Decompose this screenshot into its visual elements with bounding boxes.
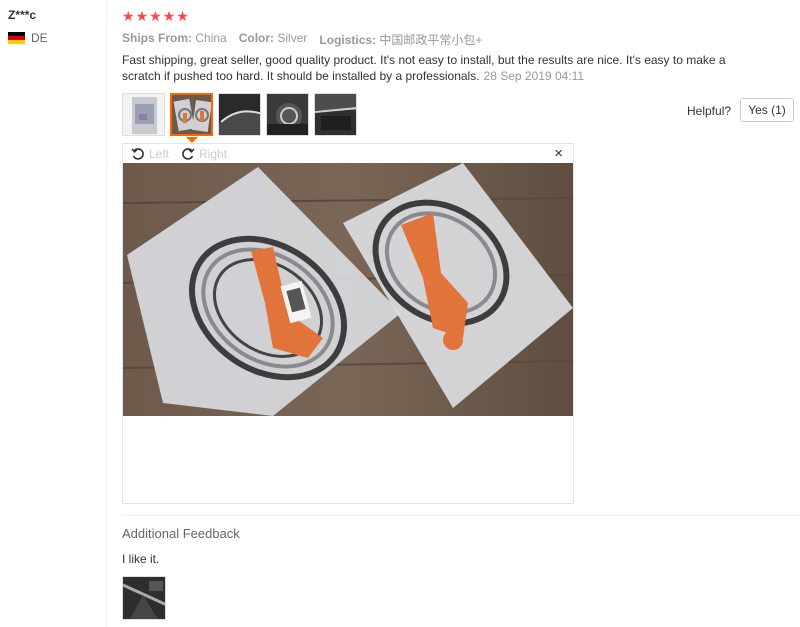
review-date: 28 Sep 2019 04:11 [483,69,585,83]
photo-thumbnail[interactable] [218,93,261,136]
star-icon: ★ [122,8,135,24]
star-icon: ★ [135,8,149,24]
review-text: Fast shipping, great seller, good qualit… [122,53,726,83]
attr-logistics: Logistics: 中国邮政平常小包+ [319,33,483,47]
review-photo-thumbnails [122,93,357,136]
review-photo-large [123,163,573,416]
photo-thumbnail[interactable] [122,93,165,136]
photo-viewer: Left Right × [122,143,574,504]
rotate-right-icon [182,148,195,160]
rotate-left-button[interactable]: Left [131,147,169,161]
reviewer-country: DE [8,31,48,45]
viewer-toolbar: Left Right [131,147,227,161]
rotate-left-icon [131,148,144,160]
photo-thumbnail-active[interactable] [170,93,213,136]
helpful-label: Helpful? [687,104,732,118]
star-icon: ★ [176,8,189,24]
additional-feedback-title: Additional Feedback [122,526,240,541]
rotate-right-button[interactable]: Right [181,147,227,161]
attr-ships-from: Ships From: China [122,31,227,45]
helpful-yes-button[interactable]: Yes (1) [740,98,794,122]
attr-color: Color: Silver [238,31,308,45]
additional-feedback-thumbnail[interactable] [122,576,166,620]
review-body: Fast shipping, great seller, good qualit… [122,52,762,84]
reviewer-column-divider [106,0,107,627]
germany-flag-icon [8,32,25,44]
star-rating: ★ ★ ★ ★ ★ [122,9,189,23]
rotate-left-label: Left [149,147,170,161]
rotate-right-label: Right [199,147,228,161]
reviewer-name: Z***c [8,8,37,22]
photo-thumbnail[interactable] [266,93,309,136]
order-attributes: Ships From: China Color: Silver Logistic… [122,31,482,48]
additional-feedback-text: I like it. [122,552,160,566]
star-icon: ★ [162,8,176,24]
section-divider [122,515,800,516]
country-code: DE [31,31,48,45]
photo-thumbnail[interactable] [314,93,357,136]
close-viewer-button[interactable]: × [554,145,563,162]
star-icon: ★ [149,8,162,24]
